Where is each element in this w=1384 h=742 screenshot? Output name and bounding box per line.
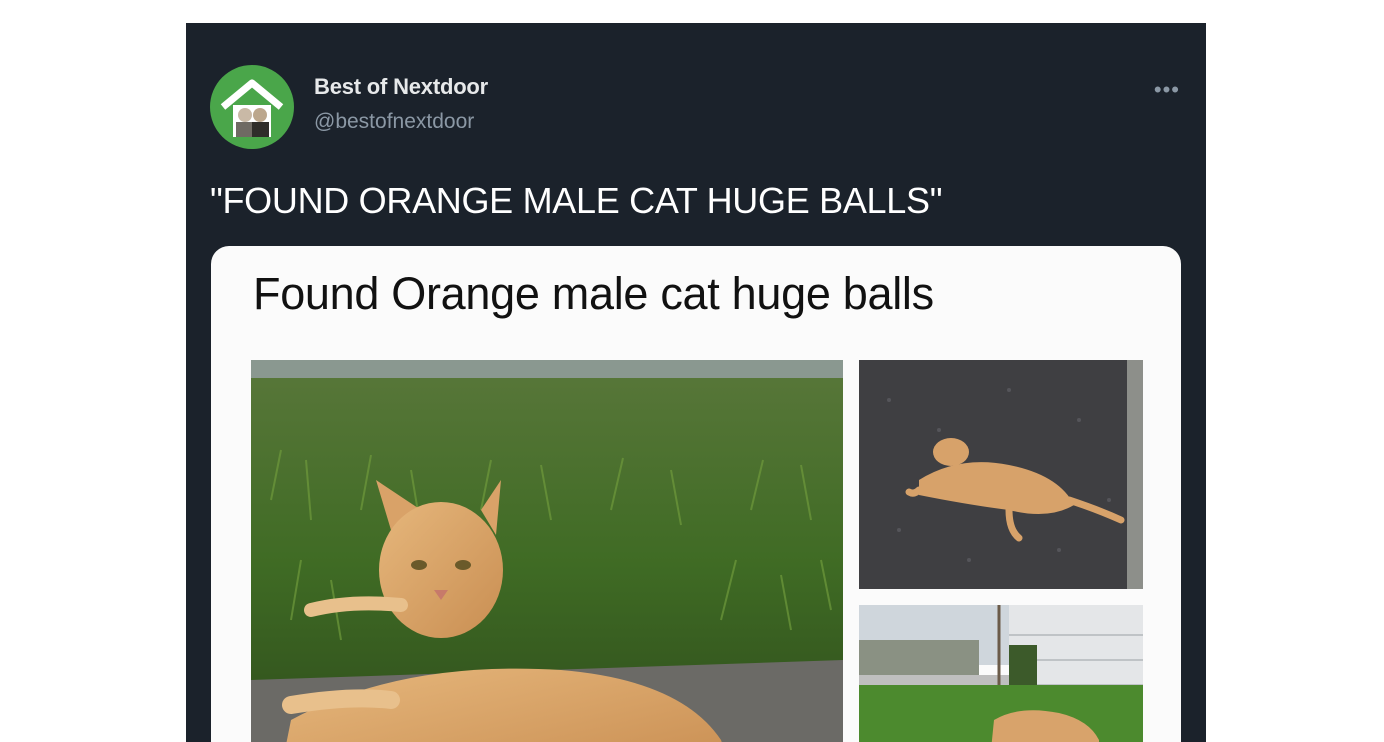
house-logo-icon xyxy=(220,79,284,137)
tweet-text: "FOUND ORANGE MALE CAT HUGE BALLS" xyxy=(210,180,943,221)
avatar[interactable] xyxy=(210,65,294,149)
attached-image-card[interactable]: Found Orange male cat huge balls xyxy=(211,246,1181,742)
cat-on-lawn-photo xyxy=(859,605,1143,742)
more-dots-icon[interactable]: ••• xyxy=(1154,77,1180,103)
cat-on-gravel-photo xyxy=(859,360,1143,589)
card-title: Found Orange male cat huge balls xyxy=(253,268,934,319)
author-handle[interactable]: @bestofnextdoor xyxy=(314,110,474,134)
author-name[interactable]: Best of Nextdoor xyxy=(314,74,488,100)
cat-in-grass-photo xyxy=(251,360,843,742)
tweet[interactable]: Best of Nextdoor @bestofnextdoor ••• "FO… xyxy=(186,23,1206,742)
